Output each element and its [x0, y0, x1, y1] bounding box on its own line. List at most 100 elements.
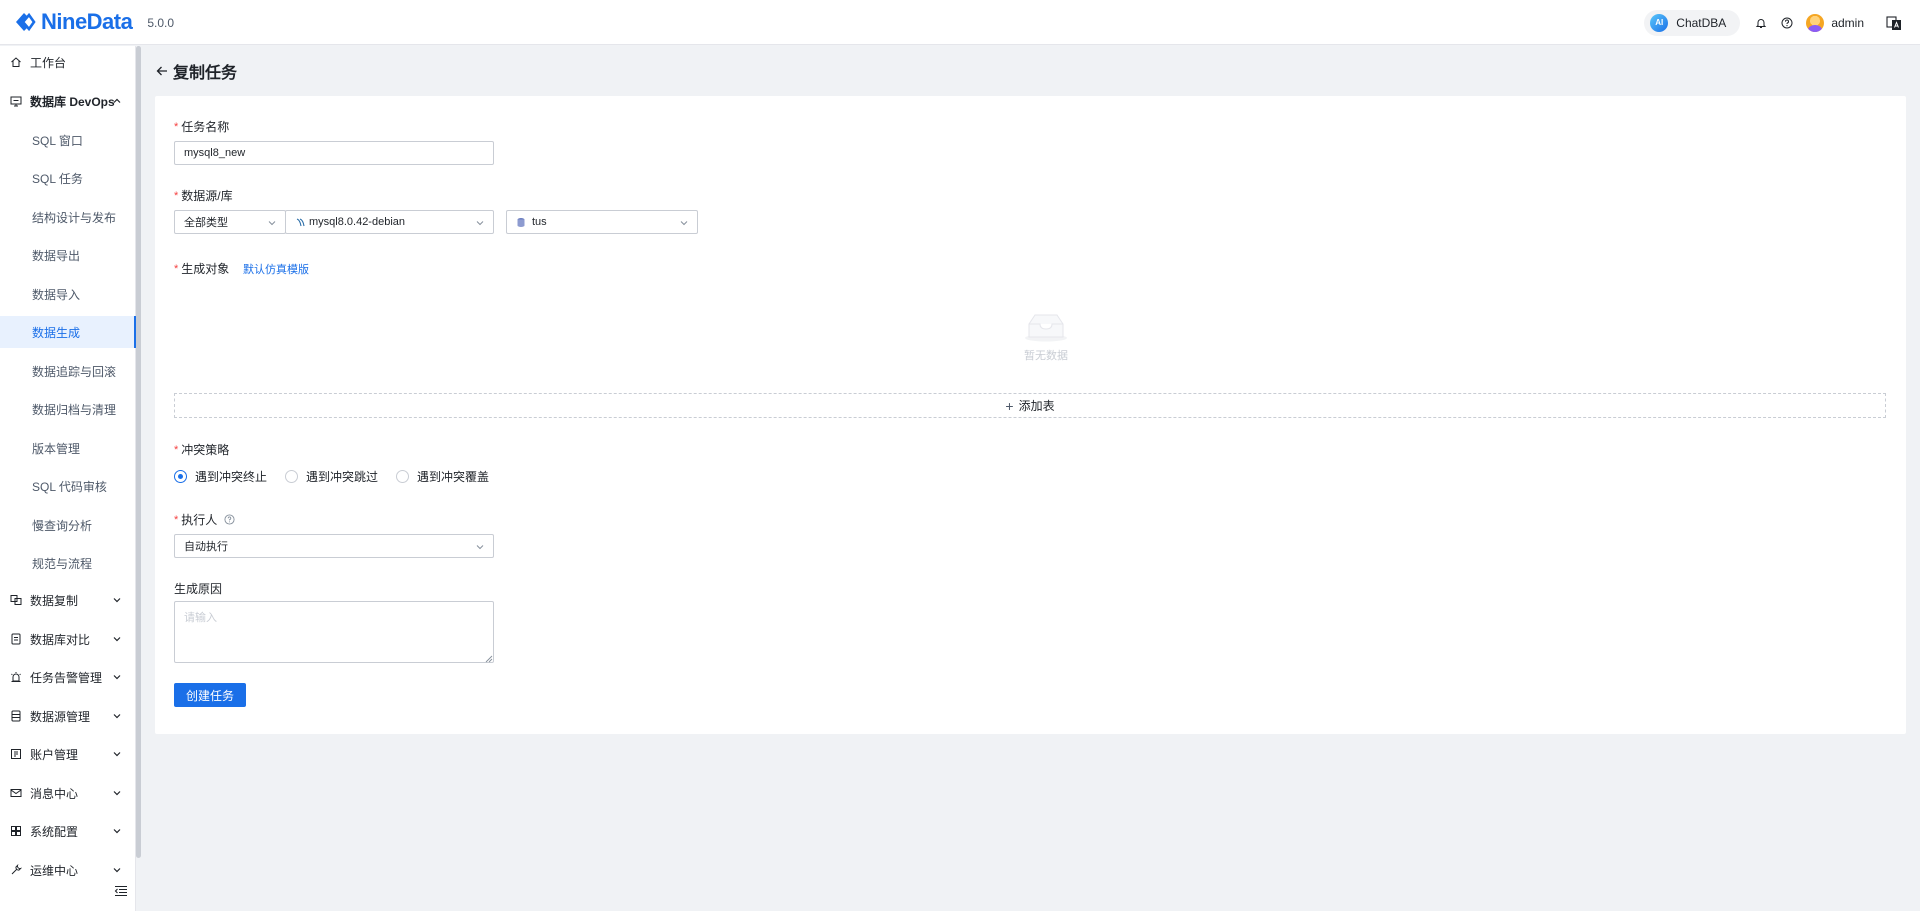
chevron-down-icon [680, 221, 688, 226]
sidebar-item-workbench[interactable]: 工作台 [0, 46, 136, 78]
datasource-label: * 数据源/库 [174, 189, 233, 203]
radio-unchecked[interactable] [285, 470, 299, 483]
compare-icon [10, 633, 22, 645]
page-header: 复制任务 [155, 60, 237, 82]
sidebar-sub-version-management[interactable]: 版本管理 [0, 432, 136, 464]
chevron-up-icon [113, 98, 121, 103]
chevron-down-icon [113, 752, 121, 757]
sidebar-sub-data-archive[interactable]: 数据归档与清理 [0, 393, 136, 425]
conflict-option-overwrite[interactable]: 遇到冲突覆盖 [396, 468, 489, 485]
sidebar-item-task-alarm[interactable]: 任务告警管理 [0, 661, 136, 693]
sidebar-sub-sql-task[interactable]: SQL 任务 [0, 162, 136, 194]
chatdba-label: ChatDBA [1676, 15, 1727, 30]
sidebar-sub-slow-query[interactable]: 慢查询分析 [0, 509, 136, 541]
sidebar-item-datasource[interactable]: 数据源管理 [0, 700, 136, 732]
user-name: admin [1831, 15, 1864, 30]
help-circle-icon[interactable] [224, 514, 235, 525]
reason-textarea[interactable]: 请输入 [174, 601, 494, 663]
required-mark: * [174, 443, 179, 456]
required-mark: * [174, 189, 179, 202]
sidebar-sub-standards[interactable]: 规范与流程 [0, 547, 136, 579]
chevron-down-icon [113, 714, 121, 719]
chevron-down-icon [268, 221, 276, 226]
ai-icon: AI [1650, 13, 1669, 32]
database-select[interactable]: tus [506, 210, 698, 234]
sidebar-item-system-config[interactable]: 系统配置 [0, 815, 136, 847]
chevron-down-icon [113, 598, 121, 603]
reason-label: 生成原因 [174, 582, 223, 596]
resize-grip-icon[interactable] [485, 655, 493, 663]
empty-text: 暂无数据 [1024, 350, 1068, 362]
collapse-sidebar-icon[interactable] [114, 885, 128, 897]
avatar [1806, 13, 1825, 32]
sidebar-sub-data-tracking[interactable]: 数据追踪与回滚 [0, 355, 136, 387]
chevron-down-icon [113, 829, 121, 834]
home-icon [10, 56, 22, 68]
help-circle-icon[interactable] [1780, 16, 1794, 30]
create-task-button[interactable]: 创建任务 [174, 683, 246, 707]
executor-label: * 执行人 [174, 511, 235, 528]
radio-checked[interactable] [174, 470, 187, 483]
sidebar: 工作台 数据库 DevOps SQL 窗口 SQL 任务 结构设计与发布 数据导… [0, 46, 136, 911]
brand-name: NineData [41, 9, 133, 34]
datasource-icon [10, 710, 22, 722]
sidebar-item-ops-center[interactable]: 运维中心 [0, 854, 136, 876]
chevron-down-icon [113, 868, 121, 873]
required-mark: * [174, 262, 179, 275]
conflict-option-skip[interactable]: 遇到冲突跳过 [285, 468, 378, 485]
empty-box-icon [1025, 314, 1067, 342]
replication-icon [10, 594, 22, 606]
chatdba-button[interactable]: AI ChatDBA [1644, 9, 1741, 36]
language-switch-icon[interactable] [1886, 15, 1902, 31]
sidebar-scrollbar[interactable] [136, 46, 141, 858]
sidebar-sub-data-import[interactable]: 数据导入 [0, 278, 136, 310]
sidebar-item-replication[interactable]: 数据复制 [0, 584, 136, 616]
sidebar-sub-data-generation[interactable]: 数据生成 [0, 316, 136, 348]
bell-icon[interactable] [1754, 16, 1768, 30]
version-label: 5.0.0 [147, 16, 175, 30]
sidebar-item-devops[interactable]: 数据库 DevOps [0, 85, 136, 117]
type-select[interactable]: 全部类型 [174, 210, 286, 234]
form-card: * 任务名称 mysql8_new * 数据源/库 全部类型 mysql8.0.… [155, 96, 1906, 734]
account-icon [10, 748, 22, 760]
wrench-icon [10, 864, 22, 876]
grid-icon [10, 825, 22, 837]
user-menu[interactable]: admin [1806, 13, 1864, 32]
empty-state: 暂无数据 [1006, 312, 1086, 363]
sidebar-sub-schema-design[interactable]: 结构设计与发布 [0, 201, 136, 233]
mail-icon [10, 787, 22, 799]
page-title: 复制任务 [173, 65, 238, 82]
sidebar-item-db-compare[interactable]: 数据库对比 [0, 623, 136, 655]
required-mark: * [174, 513, 179, 526]
task-name-input[interactable]: mysql8_new [174, 141, 494, 165]
back-arrow-icon[interactable] [155, 64, 169, 78]
radio-unchecked[interactable] [396, 470, 410, 483]
default-template-link[interactable]: 默认仿真模版 [243, 261, 309, 277]
database-icon [517, 217, 525, 227]
datasource-select[interactable]: mysql8.0.42-debian [285, 210, 494, 234]
sidebar-sub-data-export[interactable]: 数据导出 [0, 239, 136, 271]
chevron-down-icon [113, 637, 121, 642]
sidebar-sub-sql-review[interactable]: SQL 代码审核 [0, 470, 136, 502]
plus-icon: + [1005, 397, 1014, 414]
sidebar-menu: 工作台 数据库 DevOps SQL 窗口 SQL 任务 结构设计与发布 数据导… [0, 46, 136, 876]
objects-label: * 生成对象 [174, 262, 230, 276]
executor-select[interactable]: 自动执行 [174, 534, 494, 558]
conflict-option-stop[interactable]: 遇到冲突终止 [174, 468, 267, 485]
sidebar-item-account[interactable]: 账户管理 [0, 738, 136, 770]
mysql-icon [296, 218, 305, 227]
chevron-down-icon [113, 791, 121, 796]
top-header: NineData 5.0.0 AI ChatDBA admin [0, 0, 1920, 45]
chevron-down-icon [113, 675, 121, 680]
conflict-label: * 冲突策略 [174, 443, 230, 457]
conflict-radio-group: 遇到冲突终止 遇到冲突跳过 遇到冲突覆盖 [174, 468, 507, 485]
task-name-label: * 任务名称 [174, 120, 230, 134]
chevron-down-icon [476, 545, 484, 550]
sidebar-sub-sql-window[interactable]: SQL 窗口 [0, 124, 136, 156]
logo[interactable]: NineData [13, 9, 133, 35]
sidebar-item-message[interactable]: 消息中心 [0, 777, 136, 809]
devops-icon [10, 95, 22, 107]
add-table-button[interactable]: + 添加表 [174, 393, 1886, 418]
chevron-down-icon [476, 221, 484, 226]
required-mark: * [174, 120, 179, 133]
